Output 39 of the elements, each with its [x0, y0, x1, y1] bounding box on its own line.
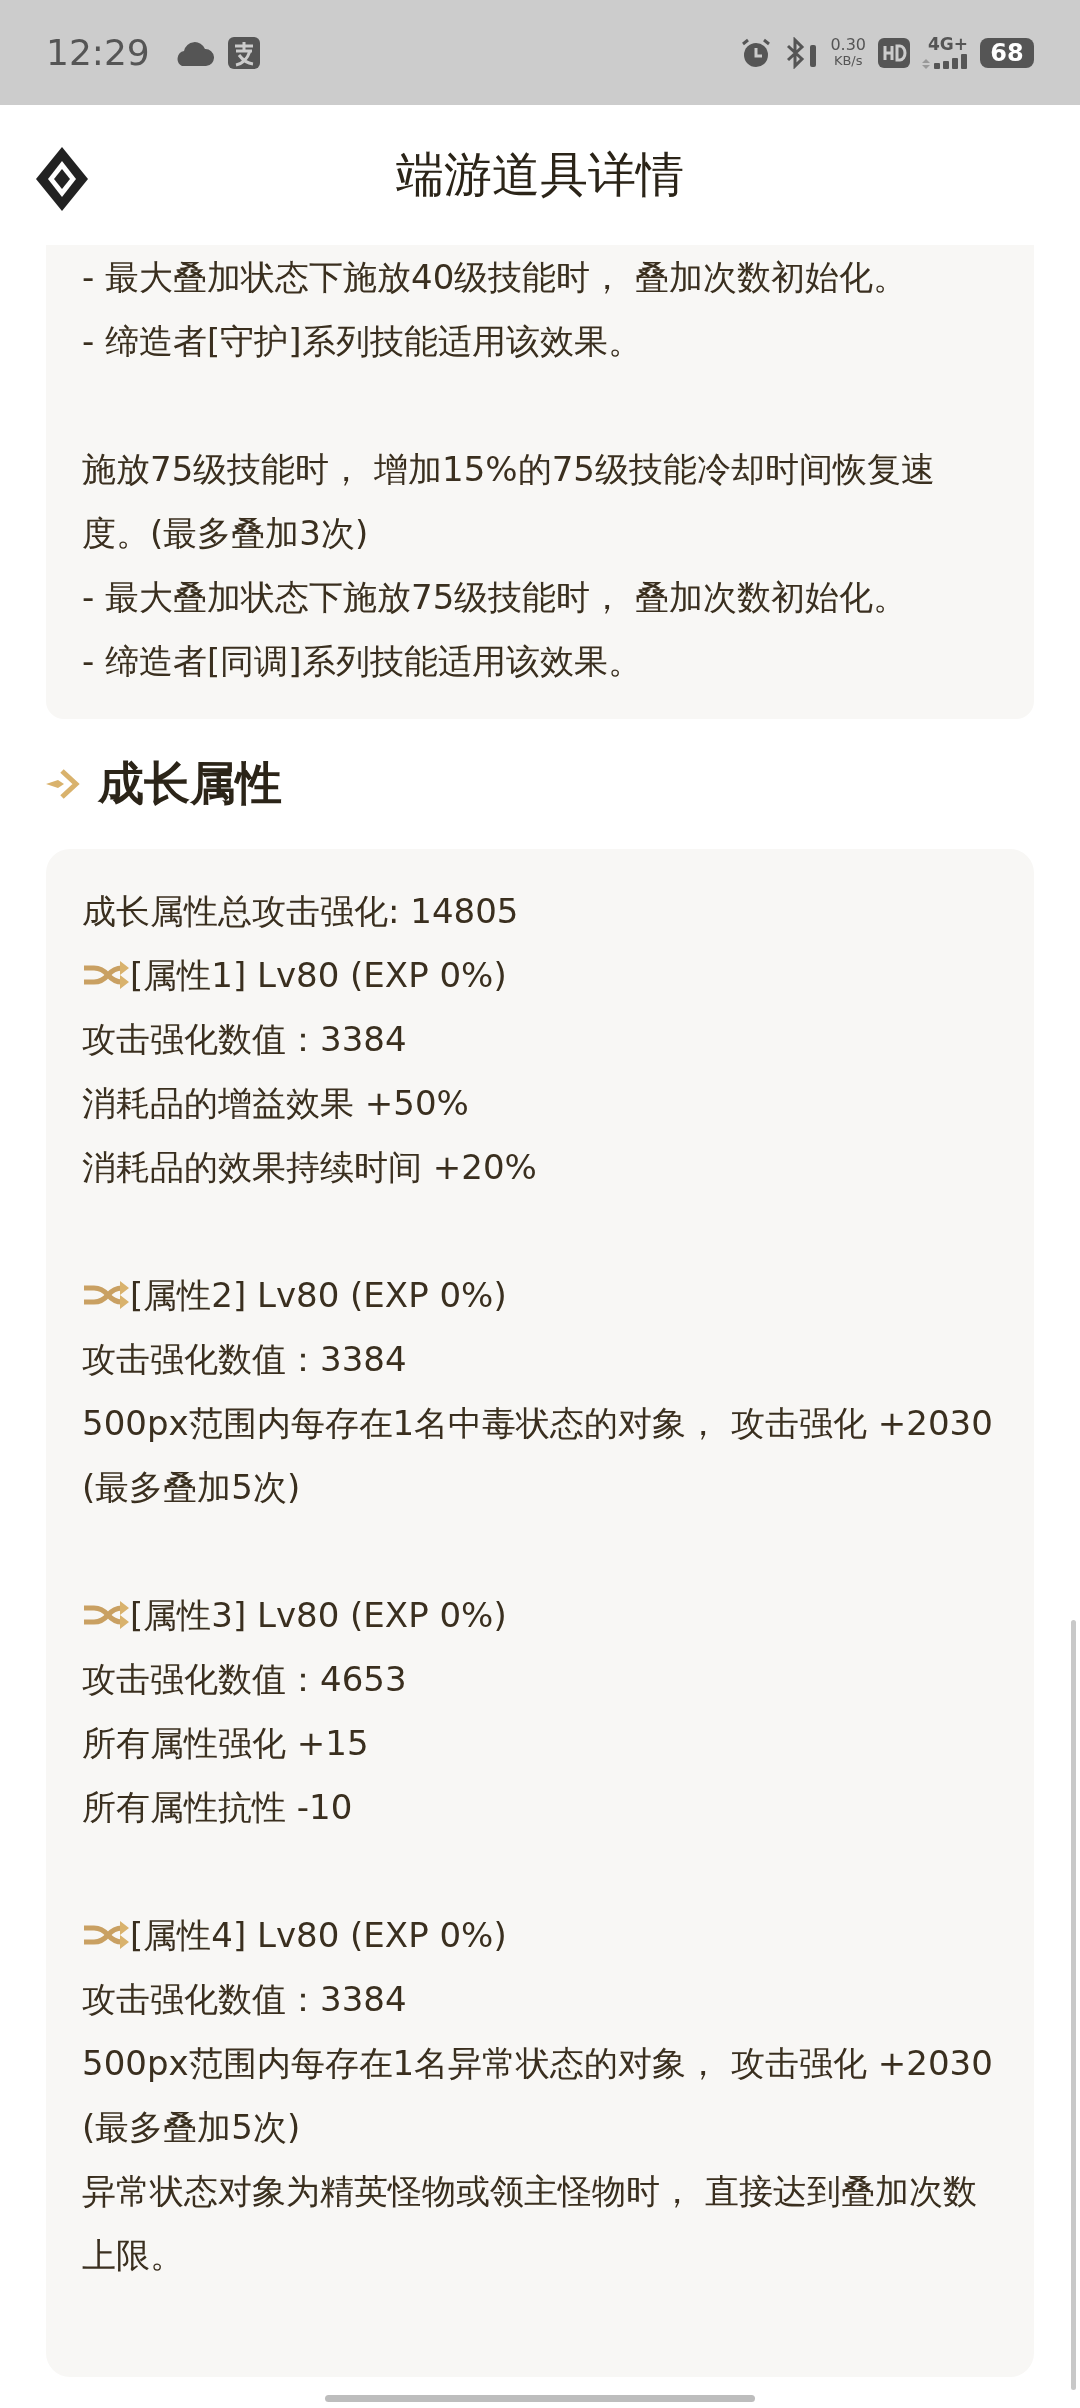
text-line: 攻击强化数值：3384 [82, 1338, 408, 1381]
text-line: 成长属性总攻击强化: 14805 [82, 890, 520, 933]
attribute-header: [属性1] Lv80 (EXP 0%) [130, 954, 507, 997]
attribute-header: [属性2] Lv80 (EXP 0%) [130, 1274, 507, 1317]
battery-level: 68 [990, 38, 1024, 67]
signal-icon [922, 53, 968, 69]
text-line: 攻击强化数值：4653 [82, 1658, 408, 1701]
bluetooth-icon [784, 36, 819, 69]
text-line: 施放75级技能时， 增加15%的75级技能冷却时间恢复速度。(最多叠加3次) [82, 448, 936, 555]
text-line: 500px范围内每存在1名异常状态的对象， 攻击强化 +2030 (最多叠加5次) [82, 2042, 994, 2149]
attribute-header: [属性4] Lv80 (EXP 0%) [130, 1914, 507, 1957]
text-line: 消耗品的增益效果 +50% [82, 1082, 470, 1125]
shuffle-icon [82, 1600, 130, 1630]
text-line: 500px范围内每存在1名中毒状态的对象， 攻击强化 +2030 (最多叠加5次) [82, 1402, 994, 1509]
text-line: - 缔造者[同调]系列技能适用该效果。 [82, 640, 643, 683]
text-line: 攻击强化数值：3384 [82, 1978, 408, 2021]
text-line: 所有属性强化 +15 [82, 1722, 370, 1765]
text-line: 所有属性抗性 -10 [82, 1786, 354, 1829]
text-line: - 最大叠加状态下施放40级技能时， 叠加次数初始化。 [82, 256, 909, 299]
hd-icon [878, 37, 910, 68]
network-speed: 0.30 [830, 36, 866, 53]
shuffle-icon [82, 1920, 130, 1950]
logo-icon [36, 147, 88, 211]
home-indicator[interactable] [325, 2395, 755, 2402]
speed-unit: KB/s [833, 52, 863, 69]
text-line: - 缔造者[守护]系列技能适用该效果。 [82, 320, 643, 363]
alarm-icon [740, 36, 773, 69]
page-title: 端游道具详情 [396, 145, 684, 204]
shuffle-icon [82, 1280, 130, 1310]
section-title: 成长属性 [98, 755, 282, 812]
app-icon [227, 36, 260, 69]
attribute-header: [属性3] Lv80 (EXP 0%) [130, 1594, 507, 1637]
text-line: - 最大叠加状态下施放75级技能时， 叠加次数初始化。 [82, 576, 909, 619]
clock: 12:29 [46, 32, 150, 73]
text-line: 消耗品的效果持续时间 +20% [82, 1146, 538, 1189]
text-line: 攻击强化数值：3384 [82, 1018, 408, 1061]
shuffle-icon [82, 960, 130, 990]
network-type: 4G+ [927, 36, 968, 53]
text-line: 异常状态对象为精英怪物或领主怪物时， 直接达到叠加次数上限。 [82, 2170, 978, 2277]
